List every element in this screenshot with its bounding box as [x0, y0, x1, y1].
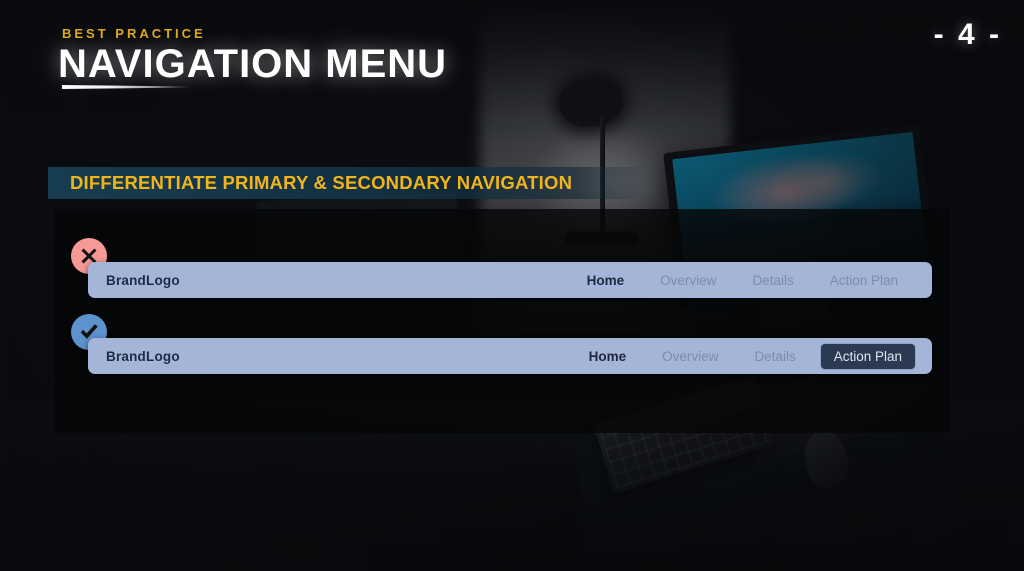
nav-cta-button-action-plan[interactable]: Action Plan [819, 342, 916, 370]
nav-link-action-plan[interactable]: Action Plan [812, 273, 916, 288]
navbar-primary-and-secondary: BrandLogo Home Overview Details Action P… [88, 338, 932, 374]
nav-links: Home Overview Details Action Plan [571, 342, 916, 370]
nav-link-details[interactable]: Details [734, 273, 811, 288]
slide: BEST PRACTICE NAVIGATION MENU - 4 - DIFF… [0, 0, 1024, 571]
eyebrow-label: BEST PRACTICE [62, 26, 206, 41]
brand-logo[interactable]: BrandLogo [106, 349, 180, 364]
nav-link-details[interactable]: Details [736, 349, 813, 364]
page-number: - 4 - [933, 18, 1002, 51]
navbar-primary-only: BrandLogo Home Overview Details Action P… [88, 262, 932, 298]
page-title: NAVIGATION MENU [58, 42, 448, 86]
nav-link-home[interactable]: Home [571, 349, 645, 364]
subtitle-banner: DIFFERENTIATE PRIMARY & SECONDARY NAVIGA… [48, 167, 648, 199]
nav-link-overview[interactable]: Overview [642, 273, 734, 288]
nav-links: Home Overview Details Action Plan [569, 273, 916, 288]
content-panel [55, 209, 950, 433]
nav-link-home[interactable]: Home [569, 273, 643, 288]
subtitle-banner-text: DIFFERENTIATE PRIMARY & SECONDARY NAVIGA… [70, 172, 573, 193]
brand-logo[interactable]: BrandLogo [106, 273, 180, 288]
nav-link-overview[interactable]: Overview [644, 349, 736, 364]
